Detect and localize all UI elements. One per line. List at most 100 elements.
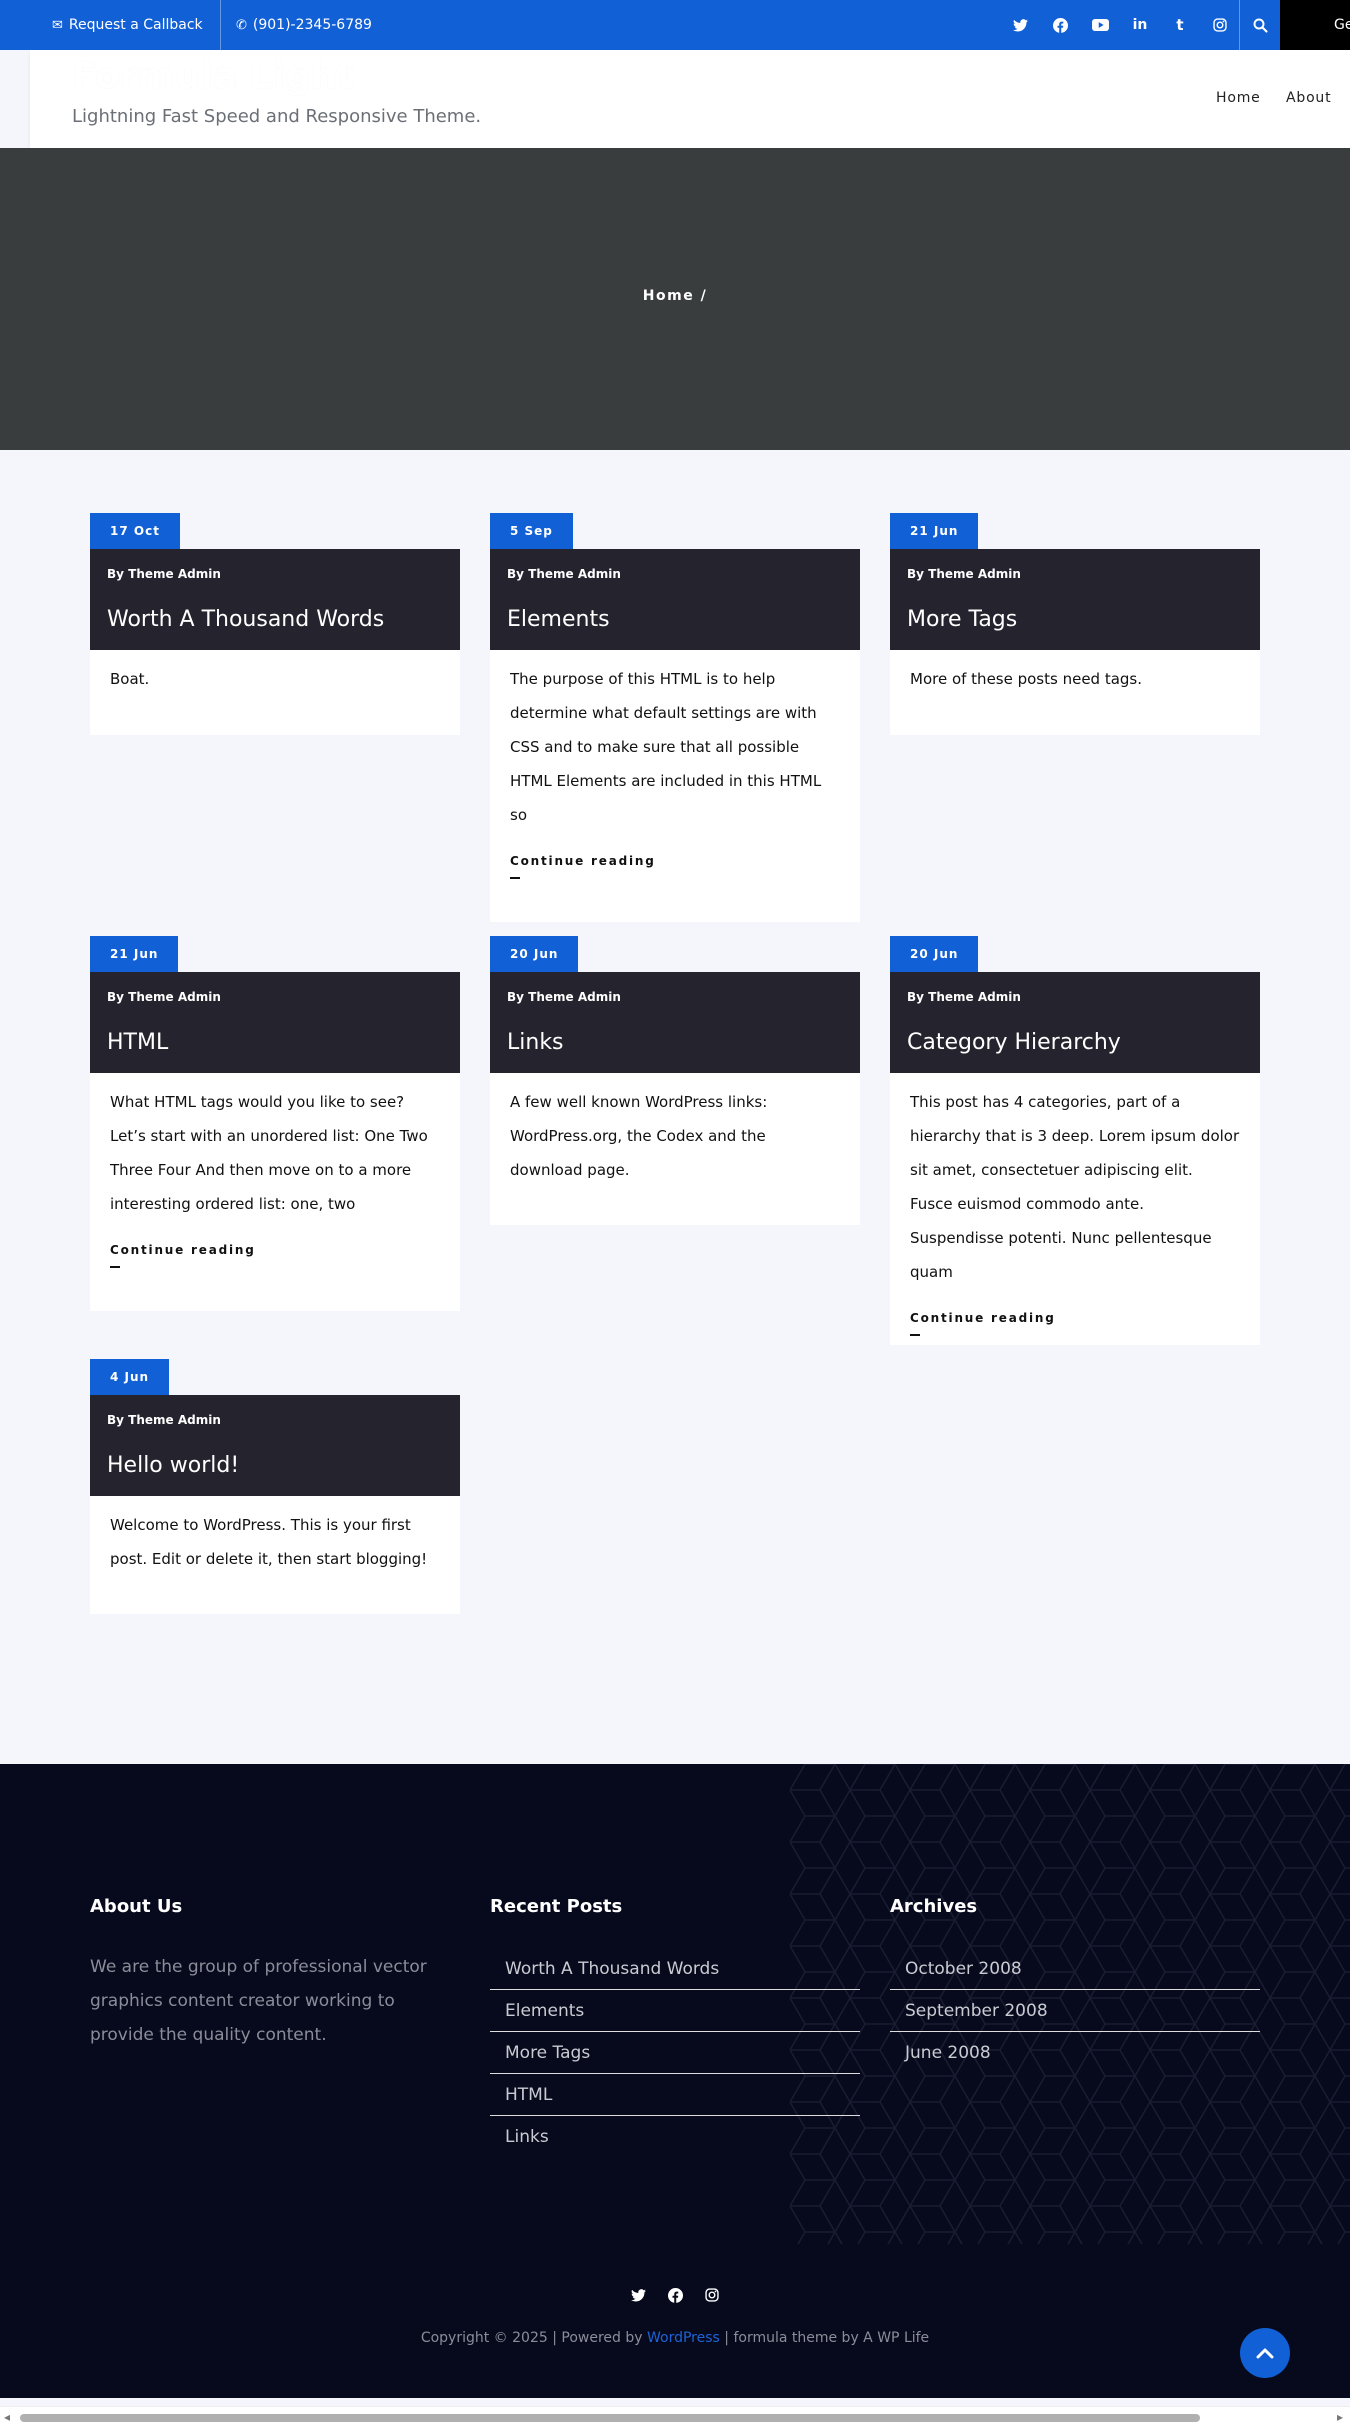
copyright-suffix: | formula theme by A WP Life xyxy=(719,2330,930,2346)
request-callback-link[interactable]: ✉ Request a Callback xyxy=(52,0,203,50)
post-author[interactable]: By Theme Admin xyxy=(107,567,221,581)
card-body: A few well known WordPress links: WordPr… xyxy=(490,1073,860,1225)
continue-reading-underline xyxy=(910,1334,920,1336)
horizontal-scrollbar[interactable]: ◂ ▸ xyxy=(0,2406,1350,2426)
post-excerpt: The purpose of this HTML is to help dete… xyxy=(510,670,822,824)
post-author[interactable]: By Theme Admin xyxy=(907,567,1021,581)
get-quote-button[interactable]: Ge xyxy=(1280,0,1350,50)
archive-link[interactable]: September 2008 xyxy=(890,1990,1260,2032)
site-tagline: Lightning Fast Speed and Responsive Them… xyxy=(72,106,482,127)
archive-link[interactable]: October 2008 xyxy=(890,1948,1260,1990)
youtube-icon[interactable] xyxy=(1085,0,1115,50)
post-author[interactable]: By Theme Admin xyxy=(907,990,1021,1004)
date-badge[interactable]: 5 Sep xyxy=(490,513,573,549)
card-header: By Theme Admin Elements xyxy=(490,549,860,650)
copyright-prefix: Copyright © 2025 | Powered by xyxy=(420,2330,647,2346)
card-body: This post has 4 categories, part of a hi… xyxy=(890,1073,1260,1345)
card-body: What HTML tags would you like to see? Le… xyxy=(90,1073,460,1311)
back-to-top-button[interactable] xyxy=(1240,2328,1290,2378)
scrollbar-thumb[interactable] xyxy=(20,2414,1200,2422)
tumblr-icon[interactable]: t xyxy=(1165,0,1195,50)
request-callback-label: Request a Callback xyxy=(68,17,203,33)
post-title[interactable]: HTML xyxy=(107,1030,168,1055)
card-body: More of these posts need tags. xyxy=(890,650,1260,735)
card-header: By Theme Admin Category Hierarchy xyxy=(890,972,1260,1073)
phone-number: (901)-2345-6789 xyxy=(252,17,372,33)
post-author[interactable]: By Theme Admin xyxy=(507,990,621,1004)
recent-post-link[interactable]: Worth A Thousand Words xyxy=(490,1948,860,1990)
chevron-up-icon xyxy=(1256,2348,1274,2359)
wordpress-link[interactable]: WordPress xyxy=(647,2330,720,2346)
date-badge[interactable]: 20 Jun xyxy=(890,936,979,972)
phone-link[interactable]: ✆ (901)-2345-6789 xyxy=(236,0,372,50)
post-excerpt: A few well known WordPress links: WordPr… xyxy=(510,1093,768,1179)
archives-list: October 2008 September 2008 June 2008 xyxy=(890,1948,1260,2074)
scroll-left-arrow-icon[interactable]: ◂ xyxy=(4,2410,10,2424)
post-author[interactable]: By Theme Admin xyxy=(507,567,621,581)
post-title[interactable]: Worth A Thousand Words xyxy=(107,607,384,632)
breadcrumb[interactable]: Home / xyxy=(0,288,1350,304)
post-title[interactable]: Hello world! xyxy=(107,1453,239,1478)
post-title[interactable]: Links xyxy=(507,1030,564,1055)
copyright: Copyright © 2025 | Powered by WordPress … xyxy=(0,2330,1350,2346)
about-text: We are the group of professional vector … xyxy=(90,1957,427,2045)
site-title[interactable]: Formula Light xyxy=(72,56,354,97)
search-icon xyxy=(1253,18,1268,33)
continue-reading-link[interactable]: Continue reading xyxy=(510,854,840,868)
twitter-icon[interactable] xyxy=(631,2288,646,2307)
post-author[interactable]: By Theme Admin xyxy=(107,1413,221,1427)
date-badge[interactable]: 17 Oct xyxy=(90,513,180,549)
recent-post-link[interactable]: Links xyxy=(490,2116,860,2158)
card-body: Boat. xyxy=(90,650,460,735)
archive-link[interactable]: June 2008 xyxy=(890,2032,1260,2074)
post-title[interactable]: More Tags xyxy=(907,607,1017,632)
site-footer: About Us We are the group of professiona… xyxy=(0,1764,1350,2398)
card-body: The purpose of this HTML is to help dete… xyxy=(490,650,860,922)
footer-socials xyxy=(0,2288,1350,2307)
facebook-icon[interactable] xyxy=(1045,0,1075,50)
post-excerpt: Welcome to WordPress. This is your first… xyxy=(110,1516,428,1568)
post-author[interactable]: By Theme Admin xyxy=(107,990,221,1004)
continue-reading-underline xyxy=(510,877,520,879)
cta-label: Ge xyxy=(1334,17,1350,33)
page-banner: Home / xyxy=(0,148,1350,450)
continue-reading-underline xyxy=(110,1266,120,1268)
date-badge[interactable]: 21 Jun xyxy=(890,513,979,549)
top-bar: ✉ Request a Callback ✆ (901)-2345-6789 i… xyxy=(0,0,1350,50)
card-header: By Theme Admin Links xyxy=(490,972,860,1073)
recent-post-link[interactable]: Elements xyxy=(490,1990,860,2032)
about-heading: About Us xyxy=(90,1896,183,1917)
card-header: By Theme Admin Worth A Thousand Words xyxy=(90,549,460,650)
topbar-divider xyxy=(220,0,221,50)
post-excerpt: Boat. xyxy=(110,670,150,688)
nav-about[interactable]: About xyxy=(1286,90,1331,106)
archives-heading: Archives xyxy=(890,1896,978,1917)
recent-posts-list: Worth A Thousand Words Elements More Tag… xyxy=(490,1948,860,2158)
recent-post-link[interactable]: More Tags xyxy=(490,2032,860,2074)
date-badge[interactable]: 4 Jun xyxy=(90,1359,170,1395)
card-header: By Theme Admin More Tags xyxy=(890,549,1260,650)
nav-home[interactable]: Home xyxy=(1216,90,1261,106)
card-header: By Theme Admin HTML xyxy=(90,972,460,1073)
envelope-icon: ✉ xyxy=(52,17,63,33)
recent-post-link[interactable]: HTML xyxy=(490,2074,860,2116)
date-badge[interactable]: 21 Jun xyxy=(90,936,179,972)
card-body: Welcome to WordPress. This is your first… xyxy=(90,1496,460,1614)
twitter-icon[interactable] xyxy=(1005,0,1035,50)
post-title[interactable]: Category Hierarchy xyxy=(907,1030,1121,1055)
recent-posts-heading: Recent Posts xyxy=(490,1896,623,1917)
phone-icon: ✆ xyxy=(236,17,247,33)
linkedin-icon[interactable]: in xyxy=(1125,0,1155,50)
post-title[interactable]: Elements xyxy=(507,607,610,632)
instagram-icon[interactable] xyxy=(705,2288,719,2307)
continue-reading-link[interactable]: Continue reading xyxy=(110,1243,440,1257)
post-excerpt: What HTML tags would you like to see? Le… xyxy=(110,1093,428,1213)
search-button[interactable] xyxy=(1239,0,1280,50)
instagram-icon[interactable] xyxy=(1205,0,1235,50)
facebook-icon[interactable] xyxy=(668,2288,683,2307)
scroll-right-arrow-icon[interactable]: ▸ xyxy=(1337,2410,1343,2424)
post-excerpt: More of these posts need tags. xyxy=(910,670,1143,688)
date-badge[interactable]: 20 Jun xyxy=(490,936,579,972)
site-header: Formula Light Lightning Fast Speed and R… xyxy=(30,50,1350,148)
continue-reading-link[interactable]: Continue reading xyxy=(910,1311,1240,1325)
